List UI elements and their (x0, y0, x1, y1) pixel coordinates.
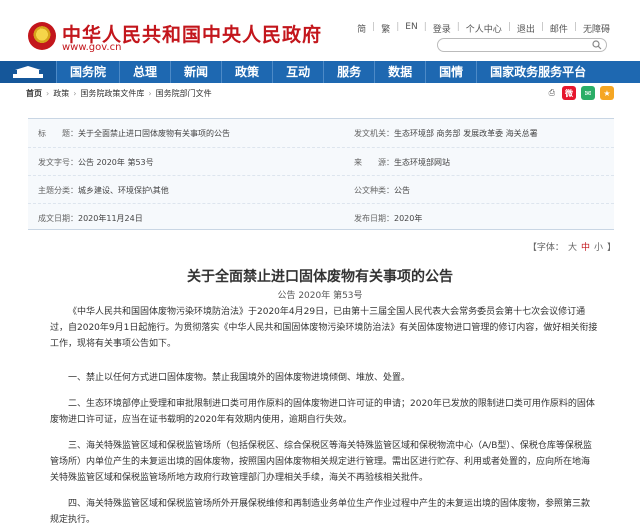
meta-label: 标 题： (38, 129, 78, 138)
font-size-small[interactable]: 小 (594, 240, 603, 253)
top-link[interactable]: 简 (357, 22, 366, 35)
breadcrumb-item[interactable]: 政策 (53, 88, 69, 99)
top-link[interactable]: 个人中心 (466, 22, 502, 35)
meta-value: 2020年 (394, 214, 423, 223)
top-link[interactable]: 邮件 (550, 22, 568, 35)
top-link[interactable]: 繁 (381, 22, 390, 35)
meta-row: 成文日期：2020年11月24日 发布日期：2020年 (28, 203, 614, 231)
separator: | (423, 22, 427, 32)
font-size-medium[interactable]: 中 (581, 240, 590, 253)
meta-value: 公告 (394, 186, 410, 195)
meta-label: 成文日期：2020年11月24日 (38, 213, 143, 224)
meta-row: 主题分类：城乡建设、环境保护\其他 公文种类：公告 (28, 175, 614, 203)
nav-item-state-council[interactable]: 国务院 (56, 61, 119, 83)
home-nav-button[interactable] (0, 61, 56, 83)
nav-item-service[interactable]: 服务 (323, 61, 374, 83)
meta-value: 生态环境部 商务部 发展改革委 海关总署 (394, 129, 538, 138)
print-icon[interactable]: ⎙ (549, 88, 555, 98)
site-header: ★ 中华人民共和国中央人民政府 www.gov.cn 简 | 繁 | EN | 登录 |… (0, 0, 640, 60)
top-link[interactable]: EN (405, 22, 417, 35)
separator: | (396, 22, 400, 32)
nav-item-gov-service-platform[interactable]: 国家政务服务平台 (476, 61, 599, 83)
tiananmen-icon (13, 66, 43, 78)
meta-label: 发文机关： (354, 129, 394, 138)
breadcrumb-separator: › (46, 89, 50, 98)
meta-label: 成文日期： (38, 214, 78, 223)
meta-label: 发文字号： (38, 158, 78, 167)
meta-value: 城乡建设、环境保护\其他 (78, 186, 169, 195)
document-meta-table: 标 题：关于全面禁止进口固体废物有关事项的公告 发文机关：生态环境部 商务部 发… (28, 118, 614, 230)
separator: | (540, 22, 544, 32)
font-size-control: 【字体： 大 中 小 】 (528, 240, 616, 253)
meta-value: 公告 2020年 第53号 (78, 158, 154, 167)
top-links: 简 | 繁 | EN | 登录 | 个人中心 | 退出 | 邮件 | 无障碍 (357, 22, 610, 35)
meta-value: 2020年11月24日 (78, 214, 143, 223)
separator: | (507, 22, 511, 32)
breadcrumb-item[interactable]: 首页 (26, 88, 42, 99)
national-emblem-icon: ★ (28, 22, 56, 50)
article-paragraph: 一、禁止以任何方式进口固体废物。禁止我国境外的固体废物进境倾倒、堆放、处置。 (68, 373, 411, 383)
article-paragraph: 《中华人民共和国固体废物污染环境防治法》于2020年4月29日，已由第十三届全国… (50, 307, 598, 349)
main-nav: 国务院 总理 新闻 政策 互动 服务 数据 国情 国家政务服务平台 (0, 61, 640, 83)
meta-label: 公文种类： (354, 186, 394, 195)
meta-value: 生态环境部网站 (394, 158, 450, 167)
nav-item-policy[interactable]: 政策 (221, 61, 272, 83)
breadcrumb-separator: › (148, 89, 152, 98)
meta-label: 主题分类：城乡建设、环境保护\其他 (38, 185, 169, 196)
search-input[interactable] (437, 38, 607, 52)
nav-item-news[interactable]: 新闻 (170, 61, 221, 83)
nav-item-interaction[interactable]: 互动 (272, 61, 323, 83)
article-docno: 公告 2020年 第53号 (277, 291, 363, 301)
nav-item-national-info[interactable]: 国情 (425, 61, 476, 83)
meta-row: 发文字号：公告 2020年 第53号 来 源：生态环境部网站 (28, 147, 614, 175)
article-paragraph: 四、海关特殊监管区域和保税监管场所外开展保税维修和再制造业务单位生产作业过程中产… (50, 499, 591, 525)
article-paragraph: 三、海关特殊监管区域和保税监管场所（包括保税区、综合保税区等海关特殊监管区域和保… (50, 441, 592, 483)
meta-value: 关于全面禁止进口固体废物有关事项的公告 (78, 129, 230, 138)
font-size-large[interactable]: 大 (568, 240, 577, 253)
article-paragraph: 二、生态环境部停止受理和审批限制进口类可用作原料的固体废物进口许可证的申请；20… (50, 399, 595, 425)
site-url: www.gov.cn (62, 42, 122, 53)
weibo-icon[interactable]: 微 (562, 86, 576, 100)
breadcrumb-item[interactable]: 国务院部门文件 (156, 88, 212, 99)
breadcrumb-item[interactable]: 国务院政策文件库 (80, 88, 144, 99)
separator: | (573, 22, 577, 32)
separator: | (456, 22, 460, 32)
nav-item-premier[interactable]: 总理 (119, 61, 170, 83)
meta-label: 发布日期：2020年 (354, 213, 422, 224)
separator: | (372, 22, 376, 32)
meta-label: 公文种类：公告 (354, 185, 410, 196)
top-link[interactable]: 退出 (517, 22, 535, 35)
wechat-icon[interactable]: ✉ (581, 86, 595, 100)
top-link[interactable]: 登录 (433, 22, 451, 35)
meta-label: 发文机关：生态环境部 商务部 发展改革委 海关总署 (354, 128, 538, 139)
breadcrumb-separator: › (73, 89, 77, 98)
meta-label: 发布日期： (354, 214, 394, 223)
meta-label: 来 源：生态环境部网站 (354, 157, 450, 168)
breadcrumb: 首页 › 政策 › 国务院政策文件库 › 国务院部门文件 (26, 88, 212, 99)
share-bar: ⎙ 微 ✉ ★ (549, 86, 614, 100)
top-link[interactable]: 无障碍 (583, 22, 610, 35)
font-size-label: 【字体： (527, 243, 564, 253)
nav-item-data[interactable]: 数据 (374, 61, 425, 83)
meta-label: 标 题：关于全面禁止进口固体废物有关事项的公告 (38, 128, 230, 139)
meta-label: 主题分类： (38, 186, 78, 195)
search-icon[interactable] (592, 40, 602, 50)
article-title: 关于全面禁止进口固体废物有关事项的公告 (187, 269, 453, 285)
qzone-icon[interactable]: ★ (600, 86, 614, 100)
meta-label: 发文字号：公告 2020年 第53号 (38, 157, 154, 168)
font-size-close: 】 (606, 243, 616, 253)
meta-label: 来 源： (354, 158, 394, 167)
meta-row: 标 题：关于全面禁止进口固体废物有关事项的公告 发文机关：生态环境部 商务部 发… (28, 119, 614, 147)
